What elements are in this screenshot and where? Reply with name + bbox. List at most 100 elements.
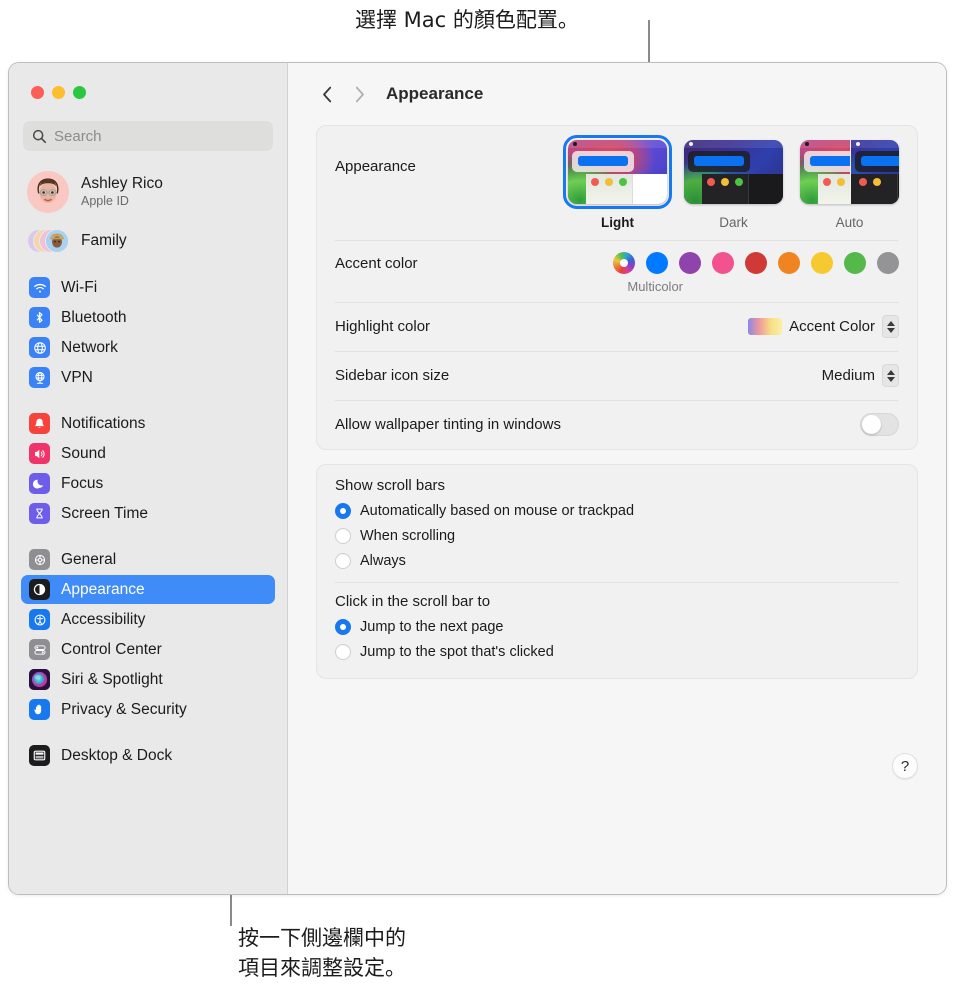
sidebar-item-control-center[interactable]: Control Center	[21, 635, 275, 664]
speaker-icon	[29, 443, 50, 464]
accent-swatch-blue[interactable]	[646, 252, 668, 274]
scroll-bars-panel: Show scroll bars Automatically based on …	[316, 464, 918, 679]
highlight-color-popup-button[interactable]: Accent Color	[748, 315, 899, 338]
accent-swatch-red[interactable]	[745, 252, 767, 274]
radio-always[interactable]: Always	[335, 548, 899, 573]
sidebar-item-vpn[interactable]: VPN	[21, 363, 275, 392]
radio-button[interactable]	[335, 502, 351, 519]
radio-when-scrolling[interactable]: When scrolling	[335, 523, 899, 548]
accent-swatch-purple[interactable]	[679, 252, 701, 274]
system-settings-window: Search Ashley Rico Apple ID Family Wi-Fi…	[8, 62, 947, 895]
sidebar-item-family[interactable]: Family	[25, 223, 273, 259]
radio-button[interactable]	[335, 527, 351, 544]
toggle-knob	[862, 415, 881, 434]
wallpaper-tinting-toggle[interactable]	[860, 413, 899, 436]
accent-color-swatches	[613, 252, 899, 274]
sidebar-item-siri-and-spotlight[interactable]: Siri & Spotlight	[21, 665, 275, 694]
callout-bottom-text: 按一下側邊欄中的 項目來調整設定。	[238, 926, 406, 980]
sidebar-item-sound[interactable]: Sound	[21, 439, 275, 468]
radio-button[interactable]	[335, 618, 351, 635]
minimize-button[interactable]	[52, 86, 65, 99]
sidebar-item-wi-fi[interactable]: Wi-Fi	[21, 273, 275, 302]
panel-divider	[335, 582, 899, 583]
bell-icon	[29, 413, 50, 434]
accent-swatch-green[interactable]	[844, 252, 866, 274]
accent-swatch-orange[interactable]	[778, 252, 800, 274]
accent-swatch-graphite[interactable]	[877, 252, 899, 274]
highlight-color-value: Accent Color	[789, 318, 875, 335]
globe-icon	[29, 337, 50, 358]
appearance-thumb-light[interactable]	[563, 135, 672, 209]
accent-color-row: Accent color Multicolor	[317, 240, 917, 302]
radio-automatically-based-on-mouse-or-trackpad[interactable]: Automatically based on mouse or trackpad	[335, 498, 899, 523]
help-icon: ?	[900, 757, 910, 775]
sidebar-item-accessibility[interactable]: Accessibility	[21, 605, 275, 634]
search-field[interactable]: Search	[23, 121, 273, 151]
sidebar-item-screen-time[interactable]: Screen Time	[21, 499, 275, 528]
appearance-options: Light Dark Auto	[563, 135, 899, 230]
control-center-icon	[29, 639, 50, 660]
radio-jump-to-the-spot-thats-clicked[interactable]: Jump to the spot that's clicked	[335, 639, 899, 664]
highlight-color-swatch	[748, 318, 783, 335]
chevron-right-icon[interactable]	[346, 81, 372, 107]
avatar	[27, 171, 69, 213]
sidebar-item-apple-id[interactable]: Ashley Rico Apple ID	[25, 167, 273, 217]
sidebar-item-label: Notifications	[61, 414, 146, 432]
appearance-label-auto: Auto	[835, 215, 864, 230]
accent-swatch-pink[interactable]	[712, 252, 734, 274]
sidebar-item-label: VPN	[61, 368, 93, 386]
sidebar-item-general[interactable]: General	[21, 545, 275, 574]
sidebar-item-label: Siri & Spotlight	[61, 670, 163, 688]
sidebar-item-label: Focus	[61, 474, 104, 492]
moon-icon	[29, 473, 50, 494]
sidebar-nav: Wi-Fi Bluetooth Network VPN Notification…	[19, 273, 277, 770]
show-scroll-bars-group: Show scroll bars Automatically based on …	[317, 465, 917, 678]
appearance-option-dark[interactable]: Dark	[684, 140, 783, 230]
family-label: Family	[81, 232, 127, 249]
sidebar-item-network[interactable]: Network	[21, 333, 275, 362]
appearance-thumb-auto[interactable]	[800, 140, 899, 204]
appearance-option-auto[interactable]: Auto	[800, 140, 899, 230]
show-scroll-bars-label: Show scroll bars	[335, 477, 446, 494]
sidebar-icon-size-row: Sidebar icon size Medium	[317, 351, 917, 400]
sidebar-item-bluetooth[interactable]: Bluetooth	[21, 303, 275, 332]
chevron-updown-icon[interactable]	[882, 315, 899, 338]
chevron-left-icon[interactable]	[314, 81, 340, 107]
sidebar-scroll-fade	[9, 876, 287, 894]
sidebar-item-privacy-and-security[interactable]: Privacy & Security	[21, 695, 275, 724]
sidebar-item-desktop-and-dock[interactable]: Desktop & Dock	[21, 741, 275, 770]
vpn-globe-icon	[29, 367, 50, 388]
appearance-option-light[interactable]: Light	[563, 135, 672, 230]
toolbar: Appearance	[288, 63, 946, 125]
sidebar-icon-size-popup-button[interactable]: Medium	[822, 364, 899, 387]
accent-color-label: Accent color	[335, 254, 418, 272]
sidebar-item-label: Privacy & Security	[61, 700, 187, 718]
sidebar-icon-size-label: Sidebar icon size	[335, 367, 450, 384]
close-button[interactable]	[31, 86, 44, 99]
radio-jump-to-the-next-page[interactable]: Jump to the next page	[335, 614, 899, 639]
bluetooth-icon	[29, 307, 50, 328]
zoom-button[interactable]	[73, 86, 86, 99]
help-button[interactable]: ?	[892, 753, 918, 779]
radio-label: Jump to the spot that's clicked	[360, 643, 554, 660]
accent-swatch-multicolor[interactable]	[613, 252, 635, 274]
appearance-thumb-dark[interactable]	[684, 140, 783, 204]
accent-swatch-yellow[interactable]	[811, 252, 833, 274]
appearance-row: Appearance Light Dark Auto	[317, 126, 917, 240]
sidebar-item-label: General	[61, 550, 117, 568]
screenshot-stage: 選擇 Mac 的顏色配置。 按一下側邊欄中的 項目來調整設定。 Search A…	[0, 0, 955, 998]
appearance-label-light: Light	[601, 215, 634, 230]
highlight-color-label: Highlight color	[335, 318, 431, 335]
appearance-label: Appearance	[335, 158, 416, 175]
sidebar-item-label: Control Center	[61, 640, 162, 658]
wifi-icon	[29, 277, 50, 298]
chevron-updown-icon[interactable]	[882, 364, 899, 387]
gear-icon	[29, 549, 50, 570]
sidebar-item-label: Network	[61, 338, 118, 356]
sidebar-item-appearance[interactable]: Appearance	[21, 575, 275, 604]
sidebar-item-notifications[interactable]: Notifications	[21, 409, 275, 438]
radio-button[interactable]	[335, 552, 351, 569]
radio-button[interactable]	[335, 643, 351, 660]
sidebar-item-focus[interactable]: Focus	[21, 469, 275, 498]
accent-color-selected-label: Multicolor	[627, 279, 683, 294]
